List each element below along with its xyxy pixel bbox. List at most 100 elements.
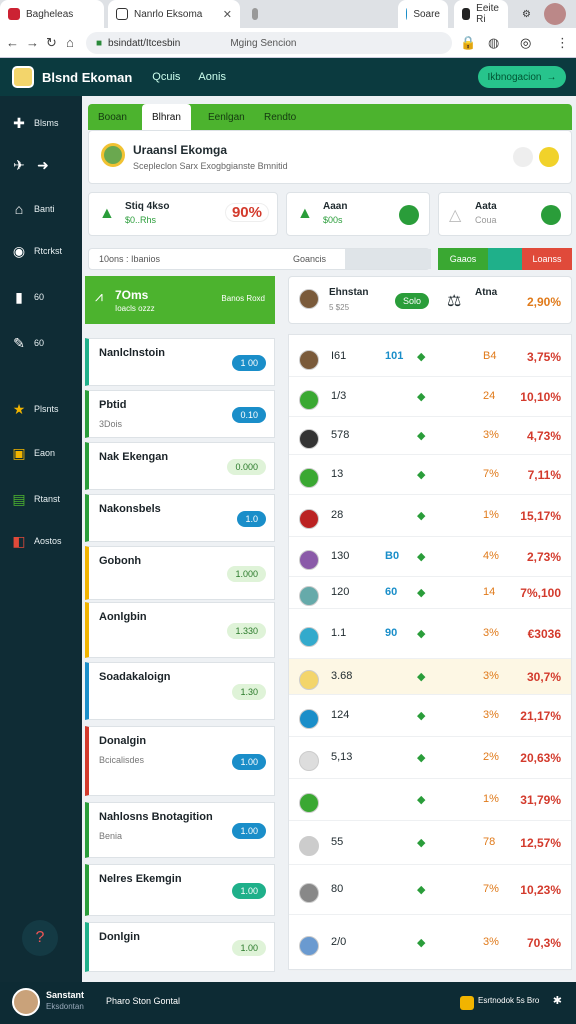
browser-tab-4[interactable]: Eeite Ri: [454, 0, 508, 28]
table-row[interactable]: 5,13 ◆ 2% 20,63%: [289, 737, 571, 779]
tab-bar: Booan Blhran Eenlgan Rendto: [88, 104, 572, 130]
segment[interactable]: [488, 248, 522, 270]
search-input[interactable]: 10ons : Ibanios Goancis: [88, 248, 431, 270]
table-row[interactable]: 80 ◆ 7% 10,23%: [289, 865, 571, 915]
status-badge[interactable]: 1 00: [232, 355, 266, 371]
status-badge[interactable]: 0.10: [232, 407, 266, 423]
home-icon[interactable]: ⌂: [66, 35, 74, 50]
status-badge[interactable]: 1.000: [227, 566, 266, 582]
sidebar-item[interactable]: ✚ Blsms: [10, 114, 76, 132]
sidebar-item[interactable]: ✎ 60: [10, 334, 76, 352]
list-item[interactable]: Aonlgbin 1.330: [85, 602, 275, 658]
list-item-title: Pbtid: [99, 399, 127, 411]
table-row[interactable]: 13 ◆ 7% 7,11%: [289, 455, 571, 495]
sidebar-item[interactable]: ◉ Rtcrkst: [10, 242, 76, 260]
forward-icon[interactable]: →: [26, 35, 39, 50]
status-badge[interactable]: 1.330: [227, 623, 266, 639]
list-item[interactable]: Nakonsbels 1.0: [85, 494, 275, 542]
address-bar[interactable]: ■ bsindatt/Itcesbin Mging Sencion: [86, 32, 452, 54]
sidebar-item[interactable]: ▤ Rtanst: [10, 490, 76, 508]
new-tab-button[interactable]: [244, 0, 266, 28]
table-row[interactable]: 1.1 90 ◆ 3% €3036: [289, 609, 571, 659]
tab-active[interactable]: Blhran: [142, 104, 191, 130]
cell-value: 101: [385, 350, 404, 362]
nav-link[interactable]: Qcuis: [152, 71, 180, 83]
browser-tab-2[interactable]: Nanrlo Eksoma ✕: [108, 0, 240, 28]
arrow-icon: ➜: [37, 156, 49, 173]
tab[interactable]: Rendto: [254, 104, 306, 130]
table-row[interactable]: 1/3 ◆ 24 10,10%: [289, 377, 571, 417]
nav-link[interactable]: Aonis: [198, 71, 226, 83]
status-badge[interactable]: 1.0: [237, 511, 266, 527]
list-item[interactable]: Nelres Ekemgin 1.00: [85, 864, 275, 916]
table-row[interactable]: 130 B0 ◆ 4% 2,73%: [289, 537, 571, 577]
sidebar-item[interactable]: ▣ Eaon: [10, 444, 76, 462]
cell-value: 14: [483, 586, 496, 598]
browser-tab-1[interactable]: Bagheleas: [0, 0, 104, 28]
percent-value: 3,75%: [526, 350, 561, 364]
settings-icon[interactable]: ✱: [553, 994, 562, 1007]
status-badge[interactable]: 0.000: [227, 459, 266, 475]
status-badge[interactable]: 1.00: [232, 883, 266, 899]
table-row[interactable]: 578 ◆ 3% 4,73%: [289, 417, 571, 455]
list-item[interactable]: Pbtid 3Dois 0.10: [85, 390, 275, 438]
list-item[interactable]: Nahlosns Bnotagition Benia 1.00: [85, 802, 275, 858]
settings-icon[interactable]: ⚙: [514, 0, 534, 28]
primary-cta-button[interactable]: Ikbnogacion →: [478, 66, 566, 88]
status-badge[interactable]: 1.00: [232, 823, 266, 839]
help-icon[interactable]: ?: [22, 920, 58, 956]
list-item[interactable]: Gobonh 1.000: [85, 546, 275, 600]
lock-icon[interactable]: 🔒: [460, 35, 476, 51]
list-item[interactable]: Donlgin 1.00: [85, 922, 275, 972]
cell-value: 1%: [483, 793, 499, 805]
reload-icon[interactable]: ↻: [46, 35, 57, 51]
table-row[interactable]: ◆ 1% 31,79%: [289, 779, 571, 821]
row-icon: ◆: [417, 430, 426, 442]
extension-icon[interactable]: ◍: [488, 35, 499, 51]
row-icon: ◆: [417, 551, 426, 563]
segment[interactable]: Loanss: [522, 248, 572, 270]
list-item[interactable]: Donalgin Bcicalisdes 1.00: [85, 726, 275, 796]
status-badge[interactable]: Solo: [395, 293, 430, 309]
segment[interactable]: Gaaos: [438, 248, 488, 270]
account-icon[interactable]: ◎: [520, 35, 531, 51]
status-badge[interactable]: 1.30: [232, 684, 266, 700]
info-icon[interactable]: [513, 147, 533, 167]
notification-icon[interactable]: [460, 996, 474, 1010]
chart-icon: ⩘: [95, 288, 103, 304]
close-icon[interactable]: ✕: [223, 8, 232, 21]
row-avatar: [299, 670, 319, 690]
tab[interactable]: Booan: [88, 104, 137, 130]
filter-dropdown[interactable]: [345, 249, 431, 269]
status-badge[interactable]: 1.00: [232, 940, 266, 956]
list-item[interactable]: Soadakaloign 1.30: [85, 662, 275, 720]
back-icon[interactable]: ←: [6, 35, 19, 50]
sidebar-item[interactable]: ✈ ➜: [10, 156, 76, 174]
table-row[interactable]: 120 60 ◆ 14 7%,100: [289, 577, 571, 609]
sidebar-item[interactable]: ⌂ Banti: [10, 200, 76, 218]
list-header-card[interactable]: ⩘ 7Oms Ioacls ozzz Banos Roxd: [85, 276, 275, 324]
browser-tab-3[interactable]: Soare: [398, 0, 448, 28]
table-row[interactable]: 55 ◆ 78 12,57%: [289, 821, 571, 865]
cell-value: 4%: [483, 550, 499, 562]
status-badge[interactable]: 1.00: [232, 754, 266, 770]
menu-icon[interactable]: ⋮: [556, 35, 569, 51]
row-icon: ◆: [417, 837, 426, 849]
table-row[interactable]: 3.68 ◆ 3% 30,7%: [289, 659, 571, 695]
table-row[interactable]: 124 ◆ 3% 21,17%: [289, 695, 571, 737]
list-item[interactable]: Nak Ekengan 0.000: [85, 442, 275, 490]
profile-avatar[interactable]: [544, 3, 566, 25]
avatar[interactable]: [12, 988, 40, 1016]
tab[interactable]: Eenlgan: [198, 104, 255, 130]
table-row[interactable]: I61 101 ◆ B4 3,75%: [289, 337, 571, 377]
sidebar-item[interactable]: ★ Plsnts: [10, 400, 76, 418]
cell-value: 578: [331, 429, 350, 441]
list-item-title: Nanlclnstoin: [99, 347, 166, 359]
table-row[interactable]: 2/0 ◆ 3% 70,3%: [289, 915, 571, 971]
list-item[interactable]: Nanlclnstoin 1 00: [85, 338, 275, 386]
table-row[interactable]: 28 ◆ 1% 15,17%: [289, 495, 571, 537]
row-avatar: [299, 509, 319, 529]
sidebar-item[interactable]: ◧ Aostos: [10, 532, 76, 550]
sidebar-item[interactable]: ▮ 60: [10, 288, 76, 306]
status-icon[interactable]: [539, 147, 559, 167]
